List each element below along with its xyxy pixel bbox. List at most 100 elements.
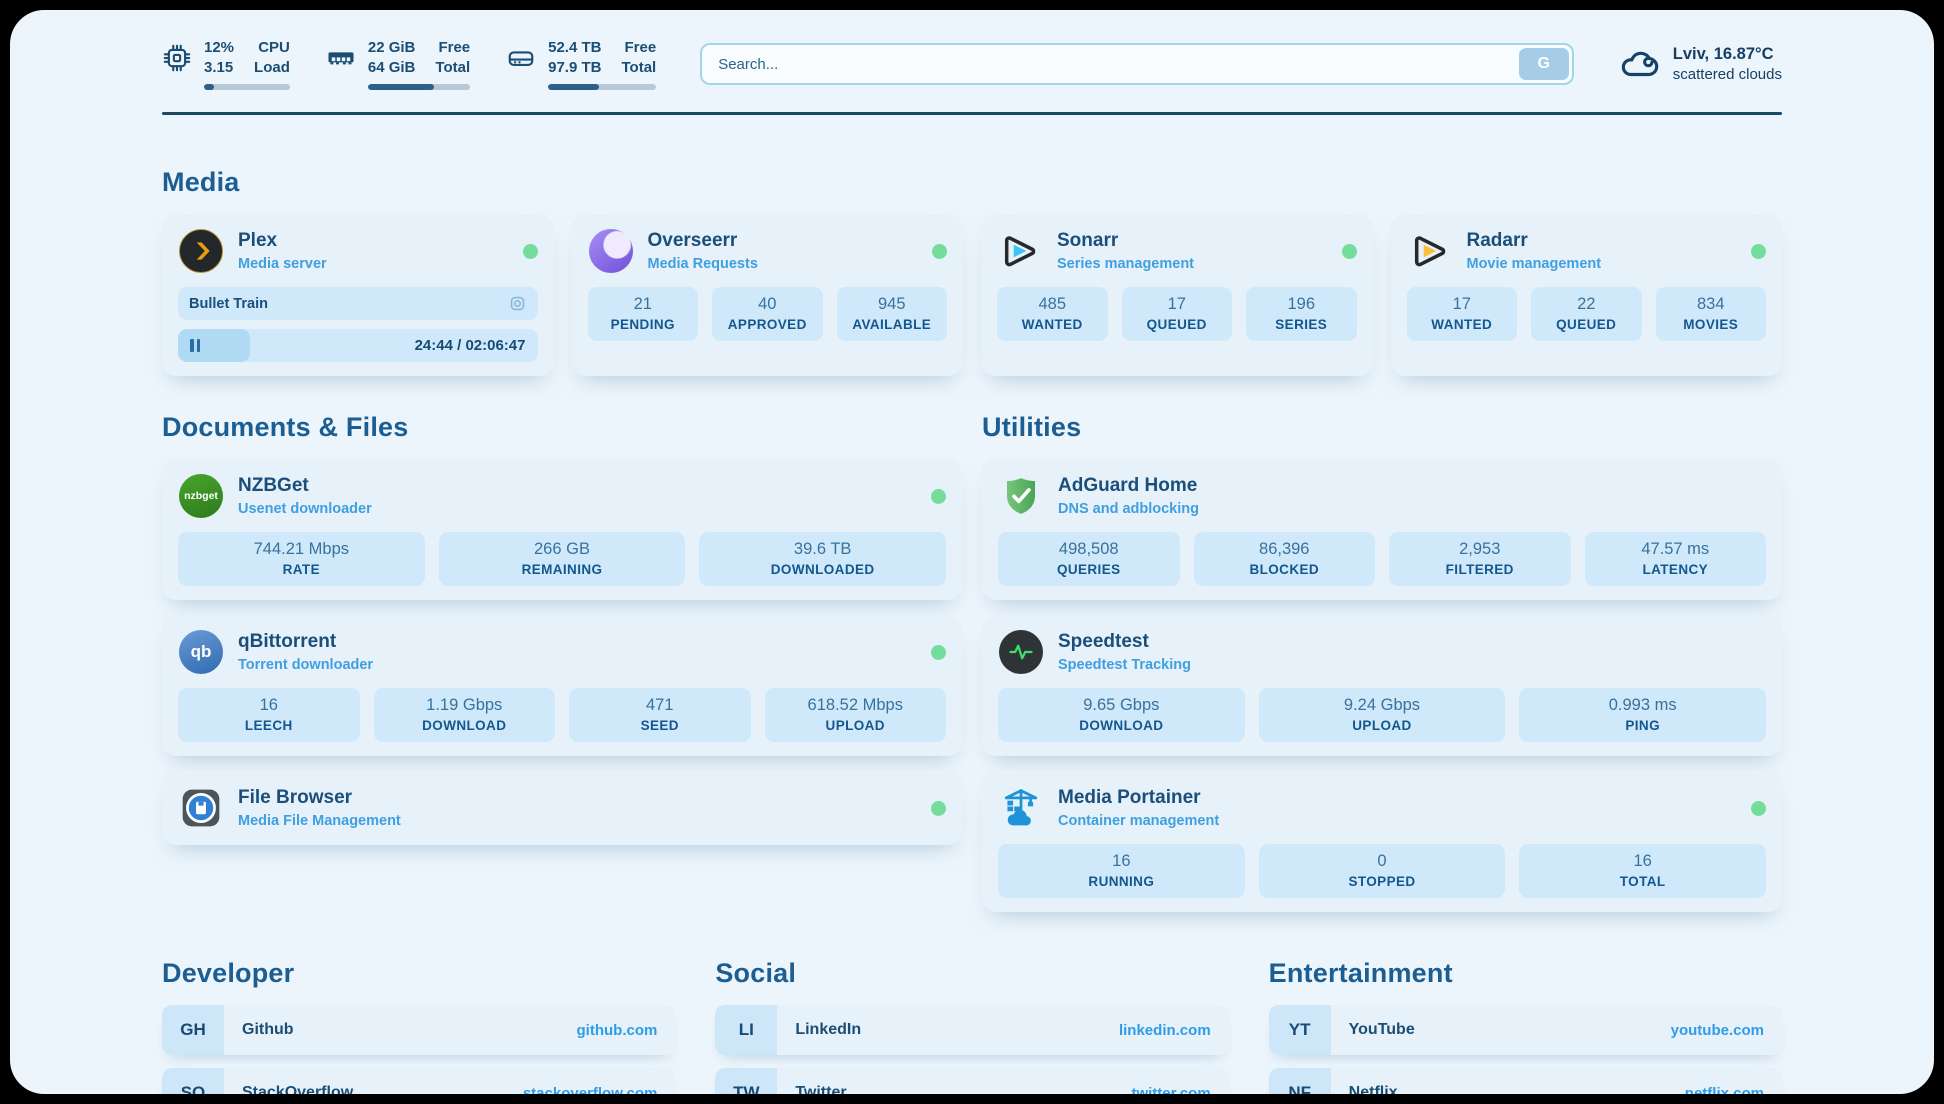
card-subtitle: Series management [1057, 256, 1194, 272]
adguard-card[interactable]: AdGuard Home DNS and adblocking 498,508Q… [982, 459, 1782, 600]
status-badge [1751, 801, 1766, 816]
stat-chip: 9.24 GbpsUPLOAD [1259, 688, 1506, 742]
link-name: YouTube [1349, 1021, 1415, 1039]
portainer-card[interactable]: Media Portainer Container management 16R… [982, 771, 1782, 912]
weather-condition: scattered clouds [1673, 66, 1782, 83]
link-url[interactable]: stackoverflow.com [523, 1085, 658, 1095]
card-title: Speedtest [1058, 631, 1191, 654]
qbittorrent-icon: qb [179, 630, 223, 674]
link-row-twitter[interactable]: TW Twitter twitter.com [715, 1068, 1228, 1094]
search-input[interactable] [700, 43, 1574, 85]
stat-chip: 21PENDING [588, 287, 699, 341]
disk-total-label: Total [621, 58, 656, 78]
stat-chip: 39.6 TBDOWNLOADED [699, 532, 946, 586]
link-row-netflix[interactable]: NF Netflix netflix.com [1269, 1068, 1782, 1094]
card-subtitle: Media server [238, 256, 327, 272]
cpu-progress-track [204, 84, 290, 90]
disk-icon [506, 43, 536, 73]
link-abbr-badge: TW [715, 1068, 777, 1094]
link-row-github[interactable]: GH Github github.com [162, 1005, 675, 1055]
link-name: Twitter [795, 1084, 846, 1094]
card-title: Sonarr [1057, 230, 1194, 253]
status-badge [931, 645, 946, 660]
qbittorrent-card[interactable]: qb qBittorrent Torrent downloader 16LEEC… [162, 615, 962, 756]
ram-stat: 22 GiB 64 GiB Free Total [326, 38, 470, 90]
status-badge [931, 801, 946, 816]
playback-progress-track[interactable]: 24:44 / 02:06:47 [178, 329, 538, 362]
link-row-stackoverflow[interactable]: SO StackOverflow stackoverflow.com [162, 1068, 675, 1094]
disk-progress-fill [548, 84, 599, 90]
cpu-icon [162, 43, 192, 73]
portainer-icon [998, 785, 1044, 831]
ram-free-value: 22 GiB [368, 38, 416, 58]
plex-icon [179, 229, 223, 273]
documents-column: Documents & Files nzbget NZBGet Usenet d… [162, 412, 962, 912]
stat-chip: 17QUEUED [1122, 287, 1233, 341]
stat-chip: 17WANTED [1407, 287, 1518, 341]
plex-card[interactable]: Plex Media server Bullet Train [162, 214, 554, 376]
link-abbr-badge: YT [1269, 1005, 1331, 1055]
stat-chip: 744.21 MbpsRATE [178, 532, 425, 586]
stat-chip: 618.52 MbpsUPLOAD [765, 688, 947, 742]
status-badge [1342, 244, 1357, 259]
card-title: Plex [238, 230, 327, 253]
entertainment-section: Entertainment YT YouTube youtube.com NF … [1269, 958, 1782, 1094]
card-subtitle: Torrent downloader [238, 657, 373, 673]
cpu-load-value: 3.15 [204, 58, 234, 78]
card-title: Radarr [1467, 230, 1602, 253]
link-abbr-badge: NF [1269, 1068, 1331, 1094]
status-badge [931, 489, 946, 504]
card-subtitle: Media File Management [238, 813, 401, 829]
ram-free-label: Free [435, 38, 470, 58]
card-subtitle: Speedtest Tracking [1058, 657, 1191, 673]
stat-chip: 196SERIES [1246, 287, 1357, 341]
stat-chip: 485WANTED [997, 287, 1108, 341]
link-url[interactable]: twitter.com [1131, 1085, 1210, 1095]
disk-stat: 52.4 TB 97.9 TB Free Total [506, 38, 656, 90]
radarr-card[interactable]: Radarr Movie management 17WANTED 22QUEUE… [1391, 214, 1783, 376]
ram-icon [326, 43, 356, 73]
link-url[interactable]: netflix.com [1685, 1085, 1764, 1095]
filebrowser-card[interactable]: File Browser Media File Management [162, 771, 962, 845]
cpu-label: CPU [254, 38, 290, 58]
link-row-youtube[interactable]: YT YouTube youtube.com [1269, 1005, 1782, 1055]
link-url[interactable]: github.com [577, 1022, 658, 1039]
nzbget-card[interactable]: nzbget NZBGet Usenet downloader 744.21 M… [162, 459, 962, 600]
link-abbr-badge: LI [715, 1005, 777, 1055]
link-url[interactable]: youtube.com [1671, 1022, 1764, 1039]
link-abbr-badge: SO [162, 1068, 224, 1094]
speedtest-icon [999, 630, 1043, 674]
search-bar: G [700, 43, 1574, 85]
overseerr-icon [589, 229, 633, 273]
utilities-column: Utilities AdGuard Home D [982, 412, 1782, 912]
developer-section: Developer GH Github github.com SO StackO… [162, 958, 675, 1094]
top-bar: 12% 3.15 CPU Load [162, 10, 1782, 90]
link-url[interactable]: linkedin.com [1119, 1022, 1211, 1039]
sonarr-card[interactable]: Sonarr Series management 485WANTED 17QUE… [981, 214, 1373, 376]
card-subtitle: Media Requests [648, 256, 758, 272]
cpu-percent: 12% [204, 38, 234, 58]
disk-progress-track [548, 84, 656, 90]
stat-chip: 471SEED [569, 688, 751, 742]
card-title: File Browser [238, 787, 401, 810]
nzbget-icon: nzbget [179, 474, 223, 518]
radarr-icon [1407, 228, 1453, 274]
section-title-media: Media [162, 167, 1782, 198]
pause-icon [190, 339, 194, 352]
stat-chip: 86,396BLOCKED [1194, 532, 1376, 586]
link-name: Github [242, 1021, 294, 1039]
cpu-progress-fill [204, 84, 214, 90]
disk-total-value: 97.9 TB [548, 58, 601, 78]
search-engine-button[interactable]: G [1519, 48, 1569, 80]
overseerr-card[interactable]: Overseerr Media Requests 21PENDING 40APP… [572, 214, 964, 376]
speedtest-card[interactable]: Speedtest Speedtest Tracking 9.65 GbpsDO… [982, 615, 1782, 756]
stat-chip: 9.65 GbpsDOWNLOAD [998, 688, 1245, 742]
ram-progress-track [368, 84, 470, 90]
topbar-divider [162, 112, 1782, 115]
disk-free-value: 52.4 TB [548, 38, 601, 58]
link-row-linkedin[interactable]: LI LinkedIn linkedin.com [715, 1005, 1228, 1055]
stat-chip: 16RUNNING [998, 844, 1245, 898]
weather-location-temp: Lviv, 16.87°C [1673, 45, 1782, 64]
cpu-load-label: Load [254, 58, 290, 78]
gear-icon[interactable] [508, 294, 527, 313]
